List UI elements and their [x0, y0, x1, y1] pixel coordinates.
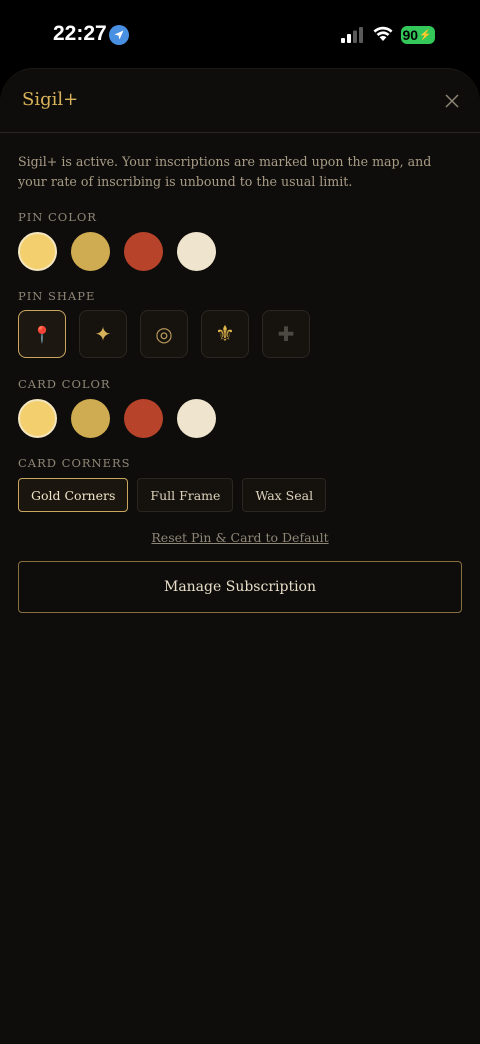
corner-full-frame-button[interactable]: Full Frame: [137, 478, 234, 512]
card-corners-label: CARD CORNERS: [18, 456, 131, 470]
manage-subscription-button[interactable]: Manage Subscription: [18, 561, 462, 613]
card-color-options: [18, 399, 462, 438]
card-color-swatch[interactable]: [177, 399, 216, 438]
pin-shape-fleur-de-lis-button[interactable]: ⚜: [201, 310, 249, 358]
location-arrow-icon: [109, 25, 129, 45]
fleur-de-lis-icon: ⚜: [215, 321, 235, 347]
card-color-swatch[interactable]: [18, 399, 57, 438]
status-time: 22:27: [53, 22, 107, 45]
status-description: Sigil+ is active. Your inscriptions are …: [18, 154, 432, 189]
sheet-content: Sigil+ is active. Your inscriptions are …: [0, 152, 480, 613]
wifi-icon: [372, 25, 394, 46]
pin-shape-ring-button[interactable]: ◎: [140, 310, 188, 358]
sigil-settings-sheet: Sigil+ Sigil+ is active. Your inscriptio…: [0, 68, 480, 1044]
pin-shape-label: PIN SHAPE: [18, 289, 96, 303]
pin-color-options: [18, 232, 462, 271]
ring-icon: ◎: [155, 322, 173, 346]
battery-level: 90: [402, 27, 419, 43]
reset-default-link[interactable]: Reset Pin & Card to Default: [18, 530, 462, 545]
card-corners-options: Gold Corners Full Frame Wax Seal: [18, 478, 462, 512]
close-button[interactable]: [442, 91, 462, 111]
sheet-title: Sigil+: [22, 89, 79, 110]
pin-shape-sparkle-button[interactable]: ✦: [79, 310, 127, 358]
close-icon: [445, 94, 459, 108]
card-color-swatch[interactable]: [124, 399, 163, 438]
cellular-signal-icon: [341, 27, 365, 47]
pin-color-swatch[interactable]: [71, 232, 110, 271]
pin-color-swatch[interactable]: [177, 232, 216, 271]
plus-icon: ✚: [277, 322, 295, 346]
pin-shape-plus-button[interactable]: ✚: [262, 310, 310, 358]
pin-color-swatch[interactable]: [18, 232, 57, 271]
pin-shape-options: 📍 ✦ ◎ ⚜ ✚: [18, 310, 462, 358]
sparkle-icon: ✦: [94, 322, 112, 346]
pushpin-icon: 📍: [32, 324, 52, 344]
battery-indicator: 90 ⚡: [401, 26, 435, 44]
status-bar: 22:27 90 ⚡: [0, 0, 480, 70]
charging-bolt-icon: ⚡: [419, 29, 432, 41]
card-color-swatch[interactable]: [71, 399, 110, 438]
pin-color-label: PIN COLOR: [18, 210, 97, 224]
corner-wax-seal-button[interactable]: Wax Seal: [242, 478, 327, 512]
pin-color-swatch[interactable]: [124, 232, 163, 271]
corner-gold-corners-button[interactable]: Gold Corners: [18, 478, 129, 512]
sheet-header: Sigil+: [0, 69, 480, 133]
card-color-label: CARD COLOR: [18, 377, 111, 391]
pin-shape-pushpin-button[interactable]: 📍: [18, 310, 66, 358]
